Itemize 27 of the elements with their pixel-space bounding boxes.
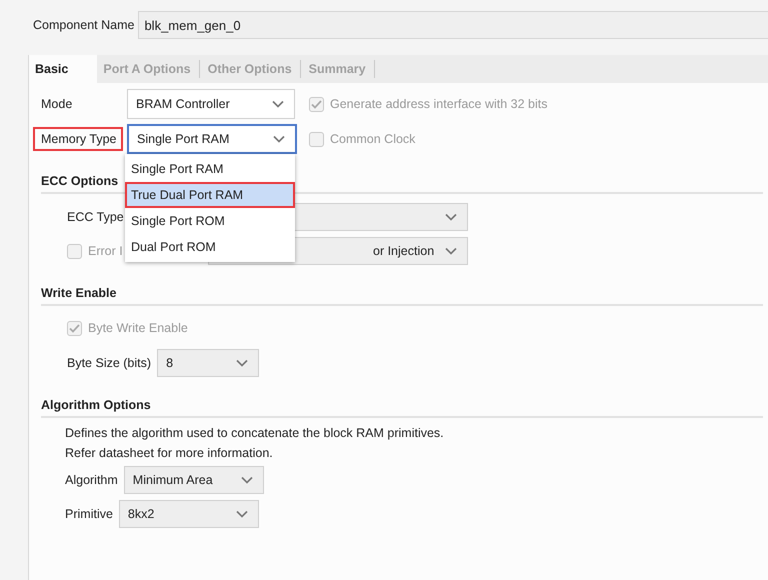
field-label: Mode bbox=[40, 96, 74, 113]
section-heading: Write Enable bbox=[41, 286, 763, 306]
dropdown-option[interactable]: Single Port ROM bbox=[125, 208, 295, 234]
chevron-down-icon bbox=[240, 476, 253, 484]
description-text: Defines the algorithm used to concatenate the block RAM primitives. bbox=[65, 425, 444, 441]
field-label: Component Name bbox=[33, 18, 134, 32]
field-label: Algorithm bbox=[65, 473, 118, 487]
checkbox-label: Error I bbox=[88, 244, 123, 258]
tab[interactable]: Basic bbox=[29, 55, 98, 83]
checkbox-label: Byte Write Enable bbox=[88, 321, 188, 335]
section-heading: Algorithm Options bbox=[41, 398, 763, 418]
checkbox-label: Generate address interface with 32 bits bbox=[330, 97, 548, 111]
chevron-down-icon bbox=[236, 510, 248, 518]
dropdown[interactable]: BRAM Controller bbox=[127, 89, 295, 119]
chevron-down-icon bbox=[445, 213, 457, 221]
field-label: Primitive bbox=[65, 507, 113, 521]
checkbox-label: Common Clock bbox=[330, 132, 416, 146]
field-label: ECC Type bbox=[67, 210, 124, 224]
chevron-down-icon bbox=[445, 247, 457, 255]
field-label: Byte Size (bits) bbox=[67, 356, 152, 370]
field-label: Memory Type bbox=[33, 127, 123, 151]
chevron-down-icon bbox=[272, 100, 284, 108]
chevron-down-icon bbox=[236, 359, 248, 367]
dropdown[interactable]: Single Port RAM bbox=[127, 124, 297, 154]
component-name-field[interactable]: blk_mem_gen_0 bbox=[138, 11, 768, 39]
chevron-down-icon bbox=[273, 135, 285, 143]
description-text: Refer datasheet for more information. bbox=[65, 445, 273, 461]
